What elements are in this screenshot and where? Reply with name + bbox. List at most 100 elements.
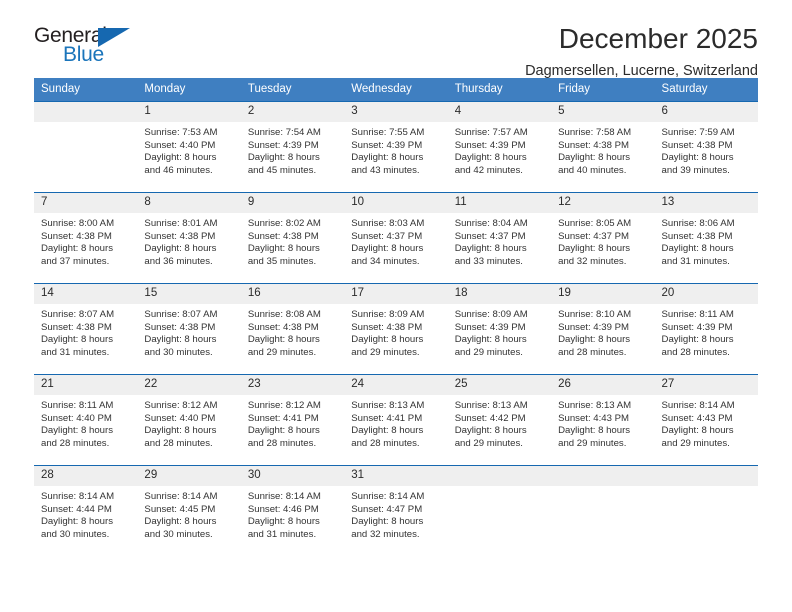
day-info-line: Sunset: 4:45 PM	[144, 503, 216, 515]
day-number: 17	[344, 284, 448, 304]
day-info-line: Sunset: 4:46 PM	[247, 503, 319, 515]
day-number: 21	[34, 375, 138, 395]
day-number: 29	[137, 466, 241, 486]
day-info-line: and 28 minutes.	[558, 346, 627, 358]
day-info-line: Sunrise: 7:59 AM	[661, 127, 735, 138]
day-sun-info	[551, 486, 654, 491]
calendar-day-cell[interactable]: 15 Sunrise: 8:07 AM Sunset: 4:38 PM Dayligh…	[137, 284, 241, 374]
day-info-line: Daylight: 8 hours	[351, 425, 424, 437]
calendar-day-cell[interactable]: 20 Sunrise: 8:11 AM Sunset: 4:39 PM Dayligh…	[654, 284, 758, 374]
calendar-day-cell[interactable]: 22 Sunrise: 8:12 AM Sunset: 4:40 PM Dayligh…	[137, 375, 241, 465]
weekday-header-sunday: Sunday	[34, 78, 138, 102]
day-info-line: Sunset: 4:38 PM	[661, 230, 733, 242]
calendar-day-cell[interactable]: 11 Sunrise: 8:04 AM Sunset: 4:37 PM Dayligh…	[447, 193, 552, 283]
day-number	[654, 466, 758, 486]
day-info-line: Sunset: 4:37 PM	[351, 230, 423, 242]
day-sun-info: Sunrise: 8:12 AM Sunset: 4:40 PM Daylight:…	[137, 395, 240, 450]
day-info-line: Daylight: 8 hours	[454, 243, 527, 255]
day-number: 31	[344, 466, 448, 486]
day-number	[551, 466, 655, 486]
calendar-day-cell[interactable]: 26 Sunrise: 8:13 AM Sunset: 4:43 PM Dayligh…	[551, 375, 655, 465]
calendar-day-cell[interactable]: 3 Sunrise: 7:55 AM Sunset: 4:39 PM Daylight…	[344, 102, 448, 192]
day-info-line: and 31 minutes.	[661, 255, 730, 267]
day-info-line: Daylight: 8 hours	[558, 425, 631, 437]
day-number: 2	[240, 102, 345, 122]
calendar-day-cell[interactable]: 18 Sunrise: 8:09 AM Sunset: 4:39 PM Dayligh…	[447, 284, 552, 374]
day-info-line: and 29 minutes.	[454, 346, 523, 358]
calendar-day-cell[interactable]: 4 Sunrise: 7:57 AM Sunset: 4:39 PM Daylight…	[447, 102, 552, 192]
day-sun-info: Sunrise: 7:57 AM Sunset: 4:39 PM Daylight:…	[448, 122, 551, 177]
day-number: 5	[551, 102, 655, 122]
day-info-line: and 36 minutes.	[144, 255, 213, 267]
calendar-day-cell[interactable]: 8 Sunrise: 8:01 AM Sunset: 4:38 PM Daylight…	[137, 193, 241, 283]
day-number: 27	[654, 375, 758, 395]
day-number: 23	[240, 375, 345, 395]
calendar-day-cell[interactable]: 1 Sunrise: 7:53 AM Sunset: 4:40 PM Daylight…	[137, 102, 241, 192]
day-number: 24	[344, 375, 448, 395]
day-number: 3	[344, 102, 448, 122]
day-info-line: and 29 minutes.	[661, 437, 730, 449]
day-sun-info: Sunrise: 8:14 AM Sunset: 4:47 PM Daylight:…	[344, 486, 447, 541]
calendar-day-cell[interactable]: 23 Sunrise: 8:12 AM Sunset: 4:41 PM Dayligh…	[240, 375, 345, 465]
generalblue-logo[interactable]: General Blue	[34, 22, 162, 70]
day-info-line: Sunset: 4:39 PM	[661, 321, 733, 333]
day-sun-info: Sunrise: 8:13 AM Sunset: 4:42 PM Daylight:…	[448, 395, 551, 450]
day-info-line: Sunrise: 8:13 AM	[454, 400, 528, 411]
day-info-line: and 32 minutes.	[351, 528, 420, 540]
calendar-day-cell[interactable]: 12 Sunrise: 8:05 AM Sunset: 4:37 PM Dayligh…	[551, 193, 655, 283]
calendar-day-cell[interactable]: 6 Sunrise: 7:59 AM Sunset: 4:38 PM Daylight…	[654, 102, 758, 192]
calendar-day-cell[interactable]: 29 Sunrise: 8:14 AM Sunset: 4:45 PM Dayligh…	[137, 466, 241, 556]
calendar-day-cell[interactable]: 13 Sunrise: 8:06 AM Sunset: 4:38 PM Dayligh…	[654, 193, 758, 283]
logo-text-blue: Blue	[63, 43, 104, 66]
day-info-line: and 28 minutes.	[41, 437, 110, 449]
day-number: 15	[137, 284, 241, 304]
day-info-line: Sunset: 4:47 PM	[351, 503, 423, 515]
day-info-line: and 33 minutes.	[454, 255, 523, 267]
day-info-line: Sunset: 4:41 PM	[247, 412, 319, 424]
calendar-day-cell[interactable]: 21 Sunrise: 8:11 AM Sunset: 4:40 PM Dayligh…	[34, 375, 138, 465]
day-sun-info: Sunrise: 8:02 AM Sunset: 4:38 PM Daylight:…	[241, 213, 344, 268]
day-info-line: Sunset: 4:38 PM	[41, 321, 112, 333]
day-info-line: Sunset: 4:38 PM	[351, 321, 423, 333]
calendar-day-cell[interactable]: 19 Sunrise: 8:10 AM Sunset: 4:39 PM Dayligh…	[551, 284, 655, 374]
weekday-header-saturday: Saturday	[654, 78, 758, 102]
calendar-day-cell[interactable]: 25 Sunrise: 8:13 AM Sunset: 4:42 PM Dayligh…	[447, 375, 552, 465]
day-info-line: Sunrise: 8:12 AM	[144, 400, 218, 411]
calendar-day-cell[interactable]: 16 Sunrise: 8:08 AM Sunset: 4:38 PM Dayligh…	[240, 284, 345, 374]
day-info-line: and 31 minutes.	[247, 528, 317, 540]
day-sun-info	[448, 486, 551, 491]
day-sun-info: Sunrise: 8:07 AM Sunset: 4:38 PM Daylight:…	[137, 304, 240, 359]
calendar-week-row: 1 Sunrise: 7:53 AM Sunset: 4:40 PM Daylight…	[34, 101, 758, 193]
day-info-line: Daylight: 8 hours	[558, 243, 631, 255]
day-info-line: Daylight: 8 hours	[454, 425, 527, 437]
calendar-day-cell[interactable]: 10 Sunrise: 8:03 AM Sunset: 4:37 PM Dayligh…	[344, 193, 448, 283]
day-info-line: Sunrise: 8:14 AM	[661, 400, 735, 411]
calendar-day-cell[interactable]: 24 Sunrise: 8:13 AM Sunset: 4:41 PM Dayligh…	[344, 375, 448, 465]
calendar-day-cell[interactable]: 27 Sunrise: 8:14 AM Sunset: 4:43 PM Dayligh…	[654, 375, 758, 465]
day-info-line: Sunrise: 8:14 AM	[247, 491, 321, 502]
day-info-line: Sunset: 4:38 PM	[247, 230, 319, 242]
day-sun-info: Sunrise: 7:55 AM Sunset: 4:39 PM Daylight:…	[344, 122, 447, 177]
day-number: 25	[447, 375, 552, 395]
weekday-header-wednesday: Wednesday	[344, 78, 448, 102]
calendar-day-cell[interactable]: 28 Sunrise: 8:14 AM Sunset: 4:44 PM Dayligh…	[34, 466, 138, 556]
calendar-day-cell[interactable]: 7 Sunrise: 8:00 AM Sunset: 4:38 PM Daylight…	[34, 193, 138, 283]
calendar-day-cell[interactable]: 17 Sunrise: 8:09 AM Sunset: 4:38 PM Dayligh…	[344, 284, 448, 374]
day-info-line: Sunset: 4:37 PM	[558, 230, 630, 242]
day-info-line: Sunrise: 8:02 AM	[247, 218, 321, 229]
page-header: General Blue December 2025 Dagmersellen,…	[34, 0, 758, 79]
calendar-day-cell[interactable]: 31 Sunrise: 8:14 AM Sunset: 4:47 PM Dayligh…	[344, 466, 448, 556]
calendar-day-cell[interactable]: 2 Sunrise: 7:54 AM Sunset: 4:39 PM Daylight…	[240, 102, 345, 192]
day-sun-info: Sunrise: 8:06 AM Sunset: 4:38 PM Daylight:…	[655, 213, 758, 268]
calendar-day-cell[interactable]: 30 Sunrise: 8:14 AM Sunset: 4:46 PM Dayligh…	[240, 466, 345, 556]
day-sun-info: Sunrise: 8:05 AM Sunset: 4:37 PM Daylight:…	[551, 213, 654, 268]
calendar-day-cell[interactable]: 9 Sunrise: 8:02 AM Sunset: 4:38 PM Daylight…	[240, 193, 345, 283]
calendar-day-cell[interactable]: 5 Sunrise: 7:58 AM Sunset: 4:38 PM Daylight…	[551, 102, 655, 192]
calendar-table: Sunday Monday Tuesday Wednesday Thursday Frid…	[34, 78, 758, 556]
day-sun-info: Sunrise: 8:11 AM Sunset: 4:40 PM Daylight:…	[34, 395, 137, 450]
day-info-line: Sunrise: 8:07 AM	[144, 309, 218, 320]
calendar-day-cell[interactable]: 14 Sunrise: 8:07 AM Sunset: 4:38 PM Dayligh…	[34, 284, 138, 374]
day-info-line: Sunrise: 8:13 AM	[351, 400, 425, 411]
day-info-line: Daylight: 8 hours	[661, 152, 734, 164]
day-info-line: Sunset: 4:43 PM	[661, 412, 733, 424]
